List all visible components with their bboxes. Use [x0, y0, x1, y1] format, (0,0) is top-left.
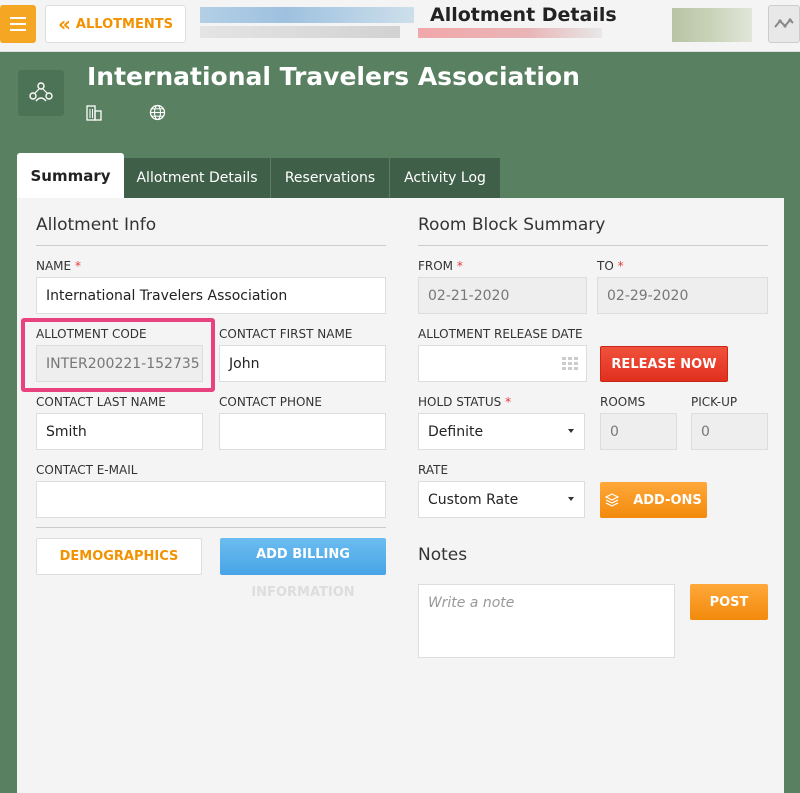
organization-name: International Travelers Association: [87, 62, 580, 91]
add-ons-button[interactable]: ADD-ONS: [600, 482, 707, 518]
double-chevron-left-icon: «: [58, 12, 71, 36]
divider: [36, 245, 386, 246]
room-block-summary-title: Room Block Summary: [418, 215, 606, 235]
rate-value: Custom Rate: [428, 491, 519, 508]
tab-reservations[interactable]: Reservations: [271, 158, 390, 198]
building-icon[interactable]: [86, 104, 102, 121]
tab-summary[interactable]: Summary: [17, 153, 124, 198]
release-date-input[interactable]: [418, 345, 587, 382]
caret-down-icon: [568, 429, 574, 433]
contact-email-label: CONTACT E-MAIL: [36, 463, 138, 477]
divider: [418, 245, 768, 246]
layers-icon: [605, 493, 620, 507]
back-button-label: ALLOTMENTS: [75, 16, 173, 32]
from-label: FROM *: [418, 259, 463, 273]
top-bar: « ALLOTMENTS Allotment Details: [0, 0, 800, 52]
contact-last-name-label: CONTACT LAST NAME: [36, 395, 166, 409]
name-label: NAME *: [36, 259, 81, 273]
contact-phone-label: CONTACT PHONE: [219, 395, 322, 409]
globe-icon[interactable]: [149, 104, 166, 121]
contact-phone-input[interactable]: [219, 413, 386, 450]
add-billing-button-overflow-text: INFORMATION: [251, 585, 355, 600]
people-network-icon: [29, 82, 53, 102]
activity-chart-button[interactable]: [768, 5, 800, 43]
page-title: Allotment Details: [430, 4, 617, 26]
contact-email-input[interactable]: [36, 481, 386, 518]
rate-label: RATE: [418, 463, 449, 477]
to-date-field: 02-29-2020: [597, 277, 768, 314]
redacted-text: [200, 26, 400, 38]
caret-down-icon: [568, 497, 574, 501]
pickup-label: PICK-UP: [691, 395, 738, 409]
note-textarea[interactable]: Write a note: [418, 584, 675, 658]
demographics-button[interactable]: DEMOGRAPHICS: [36, 538, 202, 575]
notes-title: Notes: [418, 545, 468, 565]
organization-icon: [18, 70, 64, 116]
tab-activity-log[interactable]: Activity Log: [390, 158, 501, 198]
rooms-field: 0: [600, 413, 677, 450]
tab-allotment-details[interactable]: Allotment Details: [124, 158, 271, 198]
rooms-label: ROOMS: [600, 395, 646, 409]
hamburger-menu-button[interactable]: [0, 5, 36, 43]
contact-last-name-input[interactable]: Smith: [36, 413, 203, 450]
name-input[interactable]: International Travelers Association: [36, 277, 386, 314]
pickup-field: 0: [691, 413, 768, 450]
divider: [36, 527, 386, 528]
redacted-avatar: [672, 8, 752, 42]
post-note-button[interactable]: POST: [690, 584, 768, 620]
redacted-text: [418, 28, 602, 38]
menu-icon: [10, 23, 26, 25]
allotment-info-title: Allotment Info: [36, 215, 157, 235]
highlight-box: [21, 318, 215, 392]
hold-status-label: HOLD STATUS *: [418, 395, 512, 409]
hold-status-select[interactable]: Definite: [418, 413, 585, 450]
hold-status-value: Definite: [428, 423, 484, 440]
rate-select[interactable]: Custom Rate: [418, 481, 585, 518]
to-label: TO *: [597, 259, 624, 273]
release-now-button[interactable]: RELEASE NOW: [600, 346, 728, 382]
line-chart-icon: [774, 18, 794, 28]
calendar-grid-icon[interactable]: [562, 357, 578, 371]
add-ons-label: ADD-ONS: [633, 492, 702, 508]
from-date-field: 02-21-2020: [418, 277, 587, 314]
contact-first-name-input[interactable]: John: [219, 345, 386, 382]
release-date-label: ALLOTMENT RELEASE DATE: [418, 327, 583, 341]
back-to-allotments-button[interactable]: « ALLOTMENTS: [45, 5, 186, 43]
contact-first-name-label: CONTACT FIRST NAME: [219, 327, 353, 341]
add-billing-button[interactable]: ADD BILLING: [220, 538, 386, 575]
redacted-text: [200, 7, 414, 23]
